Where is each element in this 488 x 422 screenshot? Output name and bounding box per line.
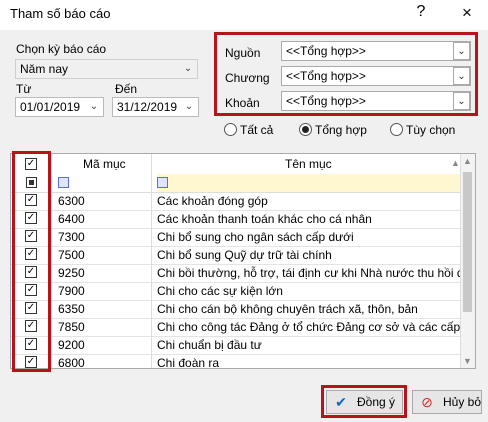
radio-custom[interactable]: Tùy chọn (390, 123, 455, 137)
row-name: Các khoản đóng góp (157, 194, 268, 208)
chapter-value: <<Tổng hợp>> (286, 69, 366, 83)
close-icon[interactable]: × (455, 3, 479, 25)
row-code: 9250 (58, 266, 85, 280)
col-code-header[interactable]: Mã mục (83, 157, 126, 171)
checkbox-column-highlight (12, 151, 51, 372)
filter-code-icon[interactable] (58, 177, 69, 188)
row-code: 6350 (58, 302, 85, 316)
column-divider (151, 154, 152, 368)
checkmark-icon: ✔ (335, 394, 347, 410)
from-label: Từ (16, 82, 32, 96)
column-divider (51, 154, 52, 368)
cancel-icon: ⊘ (421, 394, 433, 410)
to-label: Đến (115, 82, 138, 96)
ok-button[interactable]: ✔ Đồng ý (326, 390, 403, 414)
item-value: <<Tổng hợp>> (286, 94, 366, 108)
scroll-thumb[interactable] (463, 172, 472, 312)
scroll-down-icon[interactable]: ▼ (463, 356, 472, 366)
row-name: Chi bồi thường, hỗ trợ, tái định cư khi … (157, 266, 474, 280)
table-row[interactable]: ✓ 7500 Chi bổ sung Quỹ dự trữ tài chính (11, 246, 461, 265)
row-code: 6400 (58, 212, 85, 226)
row-name: Chi bổ sung cho ngân sách cấp dưới (157, 230, 354, 244)
row-code: 6300 (58, 194, 85, 208)
title-bar: Tham số báo cáo ? × (0, 0, 488, 30)
report-params-dialog: Tham số báo cáo ? × Chọn kỳ báo cáo Năm … (0, 0, 488, 422)
table-row[interactable]: ✓ 9250 Chi bồi thường, hỗ trợ, tái định cư… (11, 264, 474, 283)
table-row[interactable]: ✓ 7300 Chi bổ sung cho ngân sách cấp dưới (11, 228, 461, 247)
row-name: Chi cho công tác Đảng ở tổ chức Đảng cơ … (157, 320, 476, 334)
grid-header: ✓ Mã mục Tên mục ▲ (11, 154, 461, 175)
col-name-header[interactable]: Tên mục (285, 157, 332, 171)
filter-row (11, 174, 461, 193)
table-row[interactable]: ✓ 9200 Chi chuẩn bị đầu tư (11, 336, 461, 355)
table-row[interactable]: ✓ 6350 Chi cho cán bộ không chuyên trách x… (11, 300, 461, 319)
chevron-down-icon[interactable]: ⌄ (453, 92, 470, 110)
item-select[interactable]: <<Tổng hợp>> ⌄ (281, 91, 471, 111)
radio-all[interactable]: Tất cả (224, 123, 273, 137)
row-code: 7500 (58, 248, 85, 262)
filter-name-icon[interactable] (157, 177, 168, 188)
source-select[interactable]: <<Tổng hợp>> ⌄ (281, 41, 471, 61)
radio-icon (224, 123, 237, 136)
row-name: Chi bổ sung Quỹ dự trữ tài chính (157, 248, 332, 262)
to-date-value: 31/12/2019 (117, 100, 178, 114)
radio-all-label: Tất cả (240, 123, 274, 137)
chapter-select[interactable]: <<Tổng hợp>> ⌄ (281, 66, 471, 86)
chevron-down-icon[interactable]: ⌄ (453, 42, 470, 60)
cancel-button-label: Hủy bỏ (443, 395, 482, 409)
chevron-down-icon[interactable]: ⌄ (453, 67, 470, 85)
row-name: Các khoản thanh toán khác cho cá nhân (157, 212, 372, 226)
radio-summary-label: Tổng hợp (315, 123, 367, 137)
row-name: Chi cho các sự kiện lớn (157, 284, 283, 298)
row-name: Chi chuẩn bị đầu tư (157, 338, 262, 352)
row-code: 7900 (58, 284, 85, 298)
cancel-button[interactable]: ⊘ Hủy bỏ (412, 390, 482, 414)
row-code: 7300 (58, 230, 85, 244)
dialog-title: Tham số báo cáo (10, 6, 111, 21)
source-value: <<Tổng hợp>> (286, 44, 366, 58)
filter-highlight (157, 174, 461, 192)
radio-checked-icon (299, 123, 312, 136)
radio-icon (390, 123, 403, 136)
ok-button-label: Đồng ý (357, 395, 396, 409)
table-row[interactable]: ✓ 6400 Các khoản thanh toán khác cho cá nh… (11, 210, 461, 229)
row-code: 6800 (58, 356, 85, 369)
table-row[interactable]: ✓ 6800 Chi đoàn ra (11, 354, 461, 369)
chevron-down-icon: ⌄ (184, 101, 194, 112)
chevron-down-icon: ⌄ (89, 101, 99, 112)
radio-summary[interactable]: Tổng hợp (299, 123, 367, 137)
chevron-down-icon: ⌄ (183, 63, 193, 74)
period-value: Năm nay (20, 62, 69, 76)
period-select[interactable]: Năm nay ⌄ (15, 59, 198, 79)
to-date-field[interactable]: 31/12/2019 ⌄ (112, 97, 199, 117)
sort-icon[interactable]: ▲ (451, 158, 460, 168)
items-grid: ✓ Mã mục Tên mục ▲ ✓ 6300 Các khoản đóng g… (10, 153, 476, 369)
from-date-field[interactable]: 01/01/2019 ⌄ (15, 97, 104, 117)
source-label-1: Chương (225, 71, 270, 85)
scroll-up-icon[interactable]: ▲ (463, 156, 472, 166)
row-name: Chi cho cán bộ không chuyên trách xã, th… (157, 302, 418, 316)
table-row[interactable]: ✓ 7850 Chi cho công tác Đảng ở tổ chức Đản… (11, 318, 475, 337)
source-label-2: Khoản (225, 96, 260, 110)
radio-custom-label: Tùy chọn (406, 123, 456, 137)
table-row[interactable]: ✓ 7900 Chi cho các sự kiện lớn (11, 282, 461, 301)
row-code: 9200 (58, 338, 85, 352)
vertical-scrollbar[interactable]: ▲ ▼ (460, 154, 475, 368)
table-row[interactable]: ✓ 6300 Các khoản đóng góp (11, 192, 461, 211)
from-date-value: 01/01/2019 (20, 100, 81, 114)
help-icon[interactable]: ? (411, 3, 431, 25)
period-label: Chọn kỳ báo cáo (16, 42, 107, 56)
source-label-0: Nguồn (225, 46, 261, 60)
row-name: Chi đoàn ra (157, 356, 220, 369)
row-code: 7850 (58, 320, 85, 334)
